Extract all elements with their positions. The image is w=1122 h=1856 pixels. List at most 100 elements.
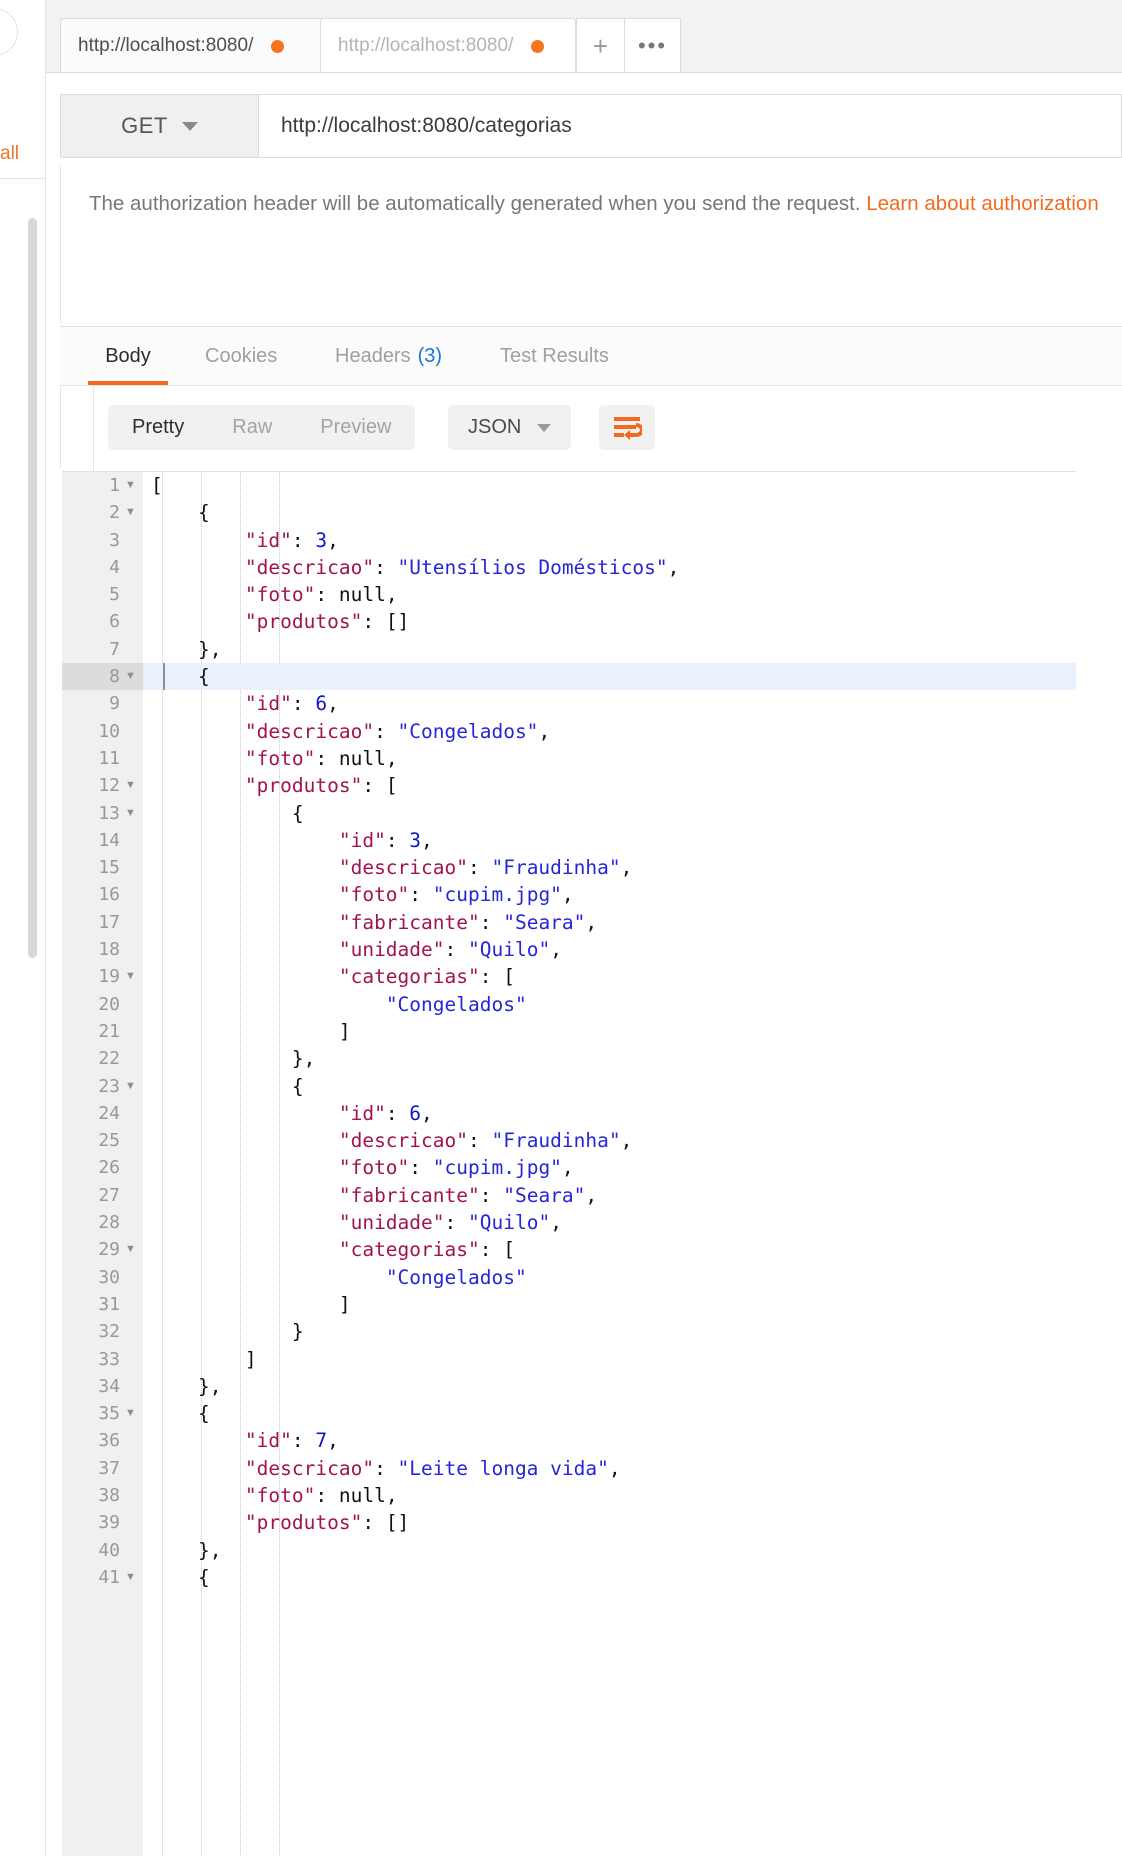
line-number: 19	[98, 966, 120, 988]
fold-toggle-icon[interactable]: ▼	[124, 772, 143, 799]
code-line: 32 }	[62, 1318, 1076, 1345]
code-line: 38 "foto": null,	[62, 1482, 1076, 1509]
line-number: 30	[98, 1266, 120, 1288]
code-text: {	[291, 1074, 304, 1098]
line-number: 27	[98, 1184, 120, 1206]
line-number: 6	[109, 611, 120, 633]
sidebar-sliver: all	[0, 0, 46, 1856]
line-number: 15	[98, 857, 120, 879]
fold-toggle-icon[interactable]: ▼	[124, 472, 143, 499]
request-tab-1[interactable]: http://localhost:8080/	[60, 18, 328, 73]
fold-toggle-icon[interactable]: ▼	[124, 800, 143, 827]
code-text: "Congelados"	[385, 1265, 527, 1289]
code-line: 34 },	[62, 1373, 1076, 1400]
fold-toggle-icon[interactable]: ▼	[124, 1236, 143, 1263]
line-number: 1	[109, 475, 120, 496]
body-view-mode-group: Pretty Raw Preview	[108, 405, 416, 450]
avatar-circle	[0, 8, 18, 56]
tab-cookies-label: Cookies	[205, 345, 278, 367]
tab-cookies[interactable]: Cookies	[205, 327, 277, 386]
line-number: 38	[98, 1484, 120, 1506]
code-text: {	[197, 665, 210, 689]
word-wrap-button[interactable]	[599, 405, 655, 450]
line-number: 37	[98, 1457, 120, 1479]
line-number: 18	[98, 939, 120, 961]
request-url-input[interactable]: http://localhost:8080/categorias	[259, 95, 1121, 157]
more-tabs-button[interactable]: •••	[625, 18, 681, 73]
response-body-code-viewer[interactable]: 1 ▼[2 ▼ {3 "id": 3, 4 "descricao": "Utensíl…	[62, 471, 1076, 1856]
tab-test-results-label: Test Results	[500, 345, 609, 367]
tab-body[interactable]: Body	[88, 327, 168, 386]
code-line: 4 "descricao": "Utensílios Domésticos",	[62, 554, 1076, 581]
code-line: 16 "foto": "cupim.jpg",	[62, 881, 1076, 908]
code-line: 31 ]	[62, 1291, 1076, 1318]
code-text: "id": 6,	[338, 1101, 433, 1125]
code-line: 10 "descricao": "Congelados",	[62, 718, 1076, 745]
new-tab-button[interactable]: +	[576, 18, 625, 73]
body-format-select[interactable]: JSON	[448, 405, 572, 450]
code-text: "id": 7,	[244, 1429, 339, 1453]
line-number: 24	[98, 1102, 120, 1124]
code-line: 1 ▼ [	[62, 472, 1076, 499]
code-line: 24 "id": 6,	[62, 1100, 1076, 1127]
line-number: 2	[109, 502, 120, 524]
code-line: 29 ▼ "categorias": [	[62, 1236, 1076, 1263]
code-text: "foto": null,	[244, 583, 398, 607]
tab-test-results[interactable]: Test Results	[500, 327, 609, 386]
code-text: "foto": "cupim.jpg",	[338, 883, 574, 907]
line-number: 32	[98, 1321, 120, 1343]
fold-toggle-icon[interactable]: ▼	[124, 963, 143, 990]
request-tab-strip: http://localhost:8080/ http://localhost:…	[46, 0, 1122, 73]
tabstrip-rule	[46, 72, 1122, 73]
code-text: "produtos": [	[244, 774, 398, 798]
code-text: "descricao": "Utensílios Domésticos",	[244, 555, 680, 579]
code-line: 8 ▼ {	[62, 663, 1076, 691]
fold-toggle-icon[interactable]: ▼	[124, 1564, 143, 1591]
code-line: 5 "foto": null,	[62, 581, 1076, 608]
view-mode-pretty[interactable]: Pretty	[108, 405, 208, 450]
tab-headers[interactable]: Headers (3)	[335, 327, 442, 386]
code-text: "fabricante": "Seara",	[338, 910, 598, 934]
code-line: 13 ▼ {	[62, 800, 1076, 827]
fold-toggle-icon[interactable]: ▼	[124, 499, 143, 526]
http-method-select[interactable]: GET	[61, 95, 259, 157]
line-number: 5	[109, 584, 120, 606]
fold-toggle-icon[interactable]: ▼	[124, 1073, 143, 1100]
line-number: 25	[98, 1130, 120, 1152]
chevron-down-icon	[537, 423, 552, 432]
learn-about-authorization-link[interactable]: Learn about authorization	[866, 192, 1099, 215]
code-text: "categorias": [	[338, 965, 515, 989]
code-text: {	[197, 501, 210, 525]
fold-toggle-icon[interactable]: ▼	[124, 663, 143, 691]
code-line: 23 ▼ {	[62, 1073, 1076, 1100]
code-text: "id": 3,	[244, 528, 339, 552]
line-number: 41	[98, 1566, 120, 1588]
authorization-notice-text: The authorization header will be automat…	[89, 192, 867, 215]
line-number: 21	[98, 1020, 120, 1042]
code-text: "categorias": [	[338, 1238, 515, 1262]
code-text: },	[197, 1374, 222, 1398]
authorization-panel: The authorization header will be automat…	[60, 166, 1122, 323]
sidebar-scrollbar[interactable]	[28, 218, 37, 958]
code-text: "foto": null,	[244, 1483, 398, 1507]
sidebar-filter-all-label[interactable]: all	[0, 143, 19, 165]
line-number: 12	[98, 775, 120, 797]
line-number: 9	[109, 693, 120, 715]
line-number: 34	[98, 1375, 120, 1397]
code-text: {	[197, 1402, 210, 1426]
unsaved-dot-icon	[531, 39, 545, 53]
fold-toggle-icon[interactable]: ▼	[124, 1400, 143, 1427]
code-line: 2 ▼ {	[62, 499, 1076, 526]
line-number: 33	[98, 1348, 120, 1370]
line-number: 10	[98, 720, 120, 742]
line-number: 31	[98, 1293, 120, 1315]
view-mode-raw[interactable]: Raw	[208, 405, 296, 450]
request-tab-2[interactable]: http://localhost:8080/	[320, 18, 576, 73]
code-text: ]	[244, 1347, 257, 1371]
code-line: 33 ]	[62, 1346, 1076, 1373]
view-mode-preview[interactable]: Preview	[296, 405, 415, 450]
code-line: 17 "fabricante": "Seara",	[62, 909, 1076, 936]
code-text: "foto": null,	[244, 746, 398, 770]
line-number: 14	[98, 829, 120, 851]
postman-window: all http://localhost:8080/ http://localh…	[0, 0, 1122, 1856]
